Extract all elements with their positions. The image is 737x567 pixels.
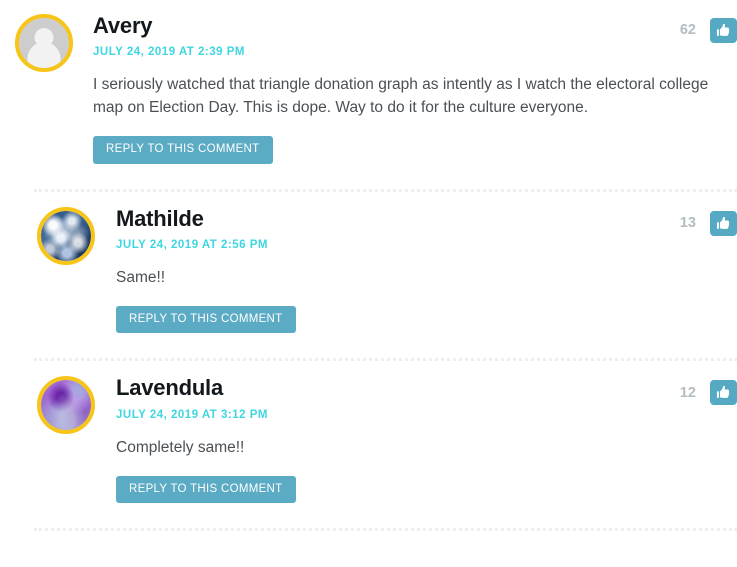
avatar-silhouette-body xyxy=(27,42,61,68)
reply-button[interactable]: REPLY TO THIS COMMENT xyxy=(116,305,296,334)
reply-button[interactable]: REPLY TO THIS COMMENT xyxy=(93,136,273,164)
avatar-image-purple-photo xyxy=(41,380,91,431)
avatar xyxy=(37,376,95,435)
reply-button[interactable]: REPLY TO THIS COMMENT xyxy=(116,475,296,504)
comment-meta: Lavendula JULY 24, 2019 AT 3:12 PM xyxy=(116,375,268,421)
comment-body: Lavendula JULY 24, 2019 AT 3:12 PM 12 Co… xyxy=(116,375,737,504)
like-count: 62 xyxy=(679,22,696,39)
comment-text: Same!! xyxy=(116,268,166,286)
avatar-image-cloud-photo xyxy=(41,210,91,261)
like-cluster: 62 xyxy=(680,14,737,43)
comment-header: Mathilde JULY 24, 2019 AT 2:56 PM 13 xyxy=(116,205,737,251)
comment-meta: Mathilde JULY 24, 2019 AT 2:56 PM xyxy=(116,205,268,251)
like-count: 13 xyxy=(679,214,696,231)
comment-date: JULY 24, 2019 AT 2:56 PM xyxy=(116,238,268,251)
like-cluster: 13 xyxy=(680,207,737,236)
comment-body: Mathilde JULY 24, 2019 AT 2:56 PM 13 Sam… xyxy=(116,205,737,334)
comment-author: Mathilde xyxy=(116,205,204,231)
like-button[interactable] xyxy=(710,18,737,43)
comment-header: Avery JULY 24, 2019 AT 2:39 PM 62 xyxy=(93,13,737,59)
like-button[interactable] xyxy=(710,380,737,406)
like-cluster: 12 xyxy=(679,376,737,406)
comment-divider xyxy=(34,528,737,532)
avatar-ring xyxy=(37,376,95,435)
comment-item: Avery JULY 24, 2019 AT 2:39 PM 62 I seri… xyxy=(0,0,737,164)
avatar xyxy=(37,206,95,265)
like-count: 12 xyxy=(679,384,696,401)
comment-text: I seriously watched that triangle donati… xyxy=(93,76,709,117)
comment-thread: Avery JULY 24, 2019 AT 2:39 PM 62 I seri… xyxy=(0,0,737,567)
avatar-ring xyxy=(15,14,73,72)
comment-date: JULY 24, 2019 AT 3:12 PM xyxy=(116,408,268,421)
avatar xyxy=(15,14,73,72)
comment-text: Completely same!! xyxy=(116,438,245,456)
comment-body: Avery JULY 24, 2019 AT 2:39 PM 62 I seri… xyxy=(93,13,737,164)
comment-header: Lavendula JULY 24, 2019 AT 3:12 PM 12 xyxy=(116,375,737,421)
comment-author: Lavendula xyxy=(116,375,224,401)
comment-author: Avery xyxy=(93,13,153,38)
comment-meta: Avery JULY 24, 2019 AT 2:39 PM xyxy=(93,13,245,59)
comment-date: JULY 24, 2019 AT 2:39 PM xyxy=(93,46,245,59)
thumbs-up-icon xyxy=(716,216,731,231)
thumbs-up-icon xyxy=(716,385,731,400)
thumbs-up-icon xyxy=(716,23,731,38)
avatar-image-default-user xyxy=(19,18,69,68)
avatar-ring xyxy=(37,206,95,265)
like-button[interactable] xyxy=(710,210,737,236)
comment-item: Lavendula JULY 24, 2019 AT 3:12 PM 12 Co… xyxy=(0,361,737,504)
comment-item: Mathilde JULY 24, 2019 AT 2:56 PM 13 Sam… xyxy=(0,192,737,334)
